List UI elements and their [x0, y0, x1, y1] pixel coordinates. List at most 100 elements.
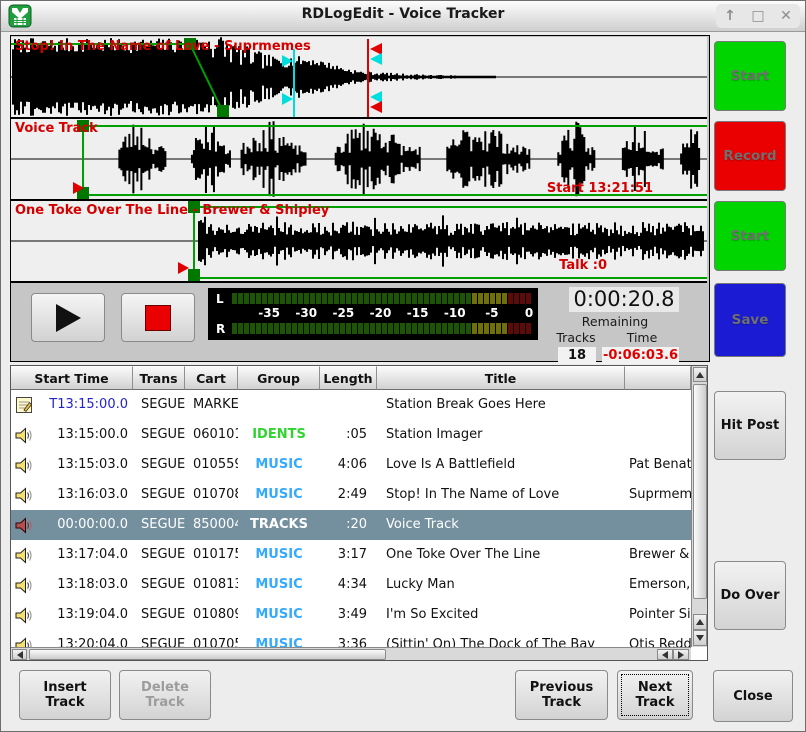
- maximize-window-icon[interactable]: □: [748, 6, 768, 26]
- row-artist: [625, 510, 691, 540]
- arrow-up-icon: [696, 372, 704, 378]
- row-length: 4:06: [320, 450, 377, 480]
- header-trans[interactable]: Trans: [133, 366, 185, 390]
- row-length: 4:34: [320, 570, 377, 600]
- row-artist: [625, 420, 691, 450]
- row-title: (Sittin' On) The Dock of The Bay: [377, 630, 625, 647]
- row-type-icon: [11, 570, 37, 600]
- track3-talk-label: Talk :0: [559, 258, 607, 273]
- scroll-down-button[interactable]: [693, 630, 707, 646]
- header-group[interactable]: Group: [238, 366, 320, 390]
- row-trans: SEGUE: [133, 480, 185, 510]
- row-artist: Brewer & Shipley: [625, 540, 691, 570]
- tracks-remaining-value: 18: [558, 347, 596, 364]
- row-group: [238, 390, 320, 420]
- row-length: [320, 390, 377, 420]
- remaining-label: Remaining: [549, 314, 681, 329]
- row-start-time: 13:18:03.0: [37, 570, 133, 600]
- close-window-icon[interactable]: ✕: [776, 6, 796, 26]
- log-row[interactable]: 13:19:04.0 SEGUE 010809 MUSIC 3:49 I'm S…: [11, 600, 691, 630]
- row-title: Love Is A Battlefield: [377, 450, 625, 480]
- horizontal-scroll-thumb[interactable]: [29, 649, 386, 660]
- log-row[interactable]: 13:17:04.0 SEGUE 010175 MUSIC 3:17 One T…: [11, 540, 691, 570]
- row-title: Lucky Man: [377, 570, 625, 600]
- save-button[interactable]: Save: [714, 283, 786, 357]
- arrow-left-icon: [662, 651, 668, 659]
- row-cart: 060101: [185, 420, 238, 450]
- meter-right-segments: [232, 323, 531, 334]
- log-table-body: T13:15:00.0 SEGUE MARKER Station Break G…: [11, 390, 691, 647]
- row-group: MUSIC: [238, 600, 320, 630]
- scroll-left-button[interactable]: [12, 649, 27, 660]
- delete-track-button: Delete Track: [119, 670, 211, 720]
- row-type-icon: [11, 420, 37, 450]
- row-group: TRACKS: [238, 510, 320, 540]
- log-row[interactable]: 13:15:03.0 SEGUE 010559 MUSIC 4:06 Love …: [11, 450, 691, 480]
- header-title[interactable]: Title: [377, 366, 625, 390]
- scroll-up-button-2[interactable]: [693, 614, 707, 630]
- record-button[interactable]: Record: [714, 121, 786, 191]
- log-row[interactable]: 00:00:00.0 SEGUE 850004 TRACKS :20 Voice…: [11, 510, 691, 540]
- waveform-track-incoming[interactable]: One Toke Over The Line - Brewer & Shiple…: [11, 201, 707, 283]
- time-label: Time: [603, 330, 681, 345]
- track2-start-time-label: Start 13:21:51: [547, 181, 653, 196]
- log-row[interactable]: 13:16:03.0 SEGUE 010708 MUSIC 2:49 Stop!…: [11, 480, 691, 510]
- header-artist[interactable]: [625, 366, 691, 390]
- waveform-track-voice[interactable]: Voice Track Start 13:21:51: [11, 119, 707, 201]
- play-button[interactable]: [31, 293, 105, 342]
- row-type-icon: [11, 630, 37, 647]
- row-cart: 010559: [185, 450, 238, 480]
- log-row[interactable]: 13:18:03.0 SEGUE 010813 MUSIC 4:34 Lucky…: [11, 570, 691, 600]
- vertical-scrollbar[interactable]: [691, 366, 707, 647]
- next-track-button[interactable]: Next Track: [617, 670, 693, 720]
- row-title: Voice Track: [377, 510, 625, 540]
- stop-icon: [145, 305, 171, 331]
- row-trans: SEGUE: [133, 390, 185, 420]
- log-row[interactable]: 13:15:00.0 SEGUE 060101 IDENTS :05 Stati…: [11, 420, 691, 450]
- window-controls: ↑ □ ✕: [716, 4, 800, 28]
- track1-title: Stop! In The Name of Love - Suprmemes: [15, 39, 311, 54]
- previous-track-button[interactable]: Previous Track: [515, 670, 608, 720]
- scroll-up-button[interactable]: [693, 367, 707, 382]
- scroll-left-button-2[interactable]: [657, 649, 673, 660]
- stop-button[interactable]: [121, 293, 195, 342]
- row-artist: Pointer Sisters: [625, 600, 691, 630]
- log-row[interactable]: 13:20:04.0 SEGUE 010705 MUSIC 3:36 (Sitt…: [11, 630, 691, 647]
- header-cart[interactable]: Cart: [185, 366, 238, 390]
- row-length: :20: [320, 510, 377, 540]
- row-cart: 010175: [185, 540, 238, 570]
- close-button[interactable]: Close: [713, 670, 793, 722]
- meter-right-label: R: [216, 322, 225, 336]
- titlebar[interactable]: RDLogEdit - Voice Tracker ↑ □ ✕: [1, 1, 805, 32]
- row-title: Stop! In The Name of Love: [377, 480, 625, 510]
- start-track3-button[interactable]: Start: [714, 201, 786, 271]
- row-trans: SEGUE: [133, 570, 185, 600]
- row-trans: SEGUE: [133, 600, 185, 630]
- fade-handle-icon: [188, 269, 200, 281]
- start-track1-button[interactable]: Start: [714, 41, 786, 111]
- row-title: I'm So Excited: [377, 600, 625, 630]
- header-start-time[interactable]: Start Time: [11, 366, 133, 390]
- tracks-label: Tracks: [549, 330, 603, 345]
- row-type-icon: [11, 390, 37, 420]
- row-type-icon: [11, 540, 37, 570]
- insert-track-button[interactable]: Insert Track: [19, 670, 111, 720]
- horizontal-scrollbar[interactable]: [11, 647, 691, 660]
- vertical-scroll-thumb[interactable]: [693, 384, 707, 599]
- elapsed-time-display: 0:00:20.8: [569, 287, 679, 312]
- arrow-up-icon: [696, 619, 704, 625]
- row-trans: SEGUE: [133, 510, 185, 540]
- do-over-button[interactable]: Do Over: [714, 561, 786, 630]
- row-artist: Pat Benatar: [625, 450, 691, 480]
- row-title: One Toke Over The Line: [377, 540, 625, 570]
- row-trans: SEGUE: [133, 540, 185, 570]
- log-row[interactable]: T13:15:00.0 SEGUE MARKER Station Break G…: [11, 390, 691, 420]
- hit-post-button[interactable]: Hit Post: [714, 391, 786, 460]
- cue-marker-icon: [370, 91, 382, 103]
- shade-window-icon[interactable]: ↑: [720, 6, 740, 26]
- header-length[interactable]: Length: [320, 366, 377, 390]
- arrow-left-icon: [17, 651, 23, 659]
- scroll-right-button[interactable]: [673, 649, 689, 660]
- waveform-track-outgoing[interactable]: Stop! In The Name of Love - Suprmemes: [11, 37, 707, 119]
- track2-title: Voice Track: [15, 121, 98, 136]
